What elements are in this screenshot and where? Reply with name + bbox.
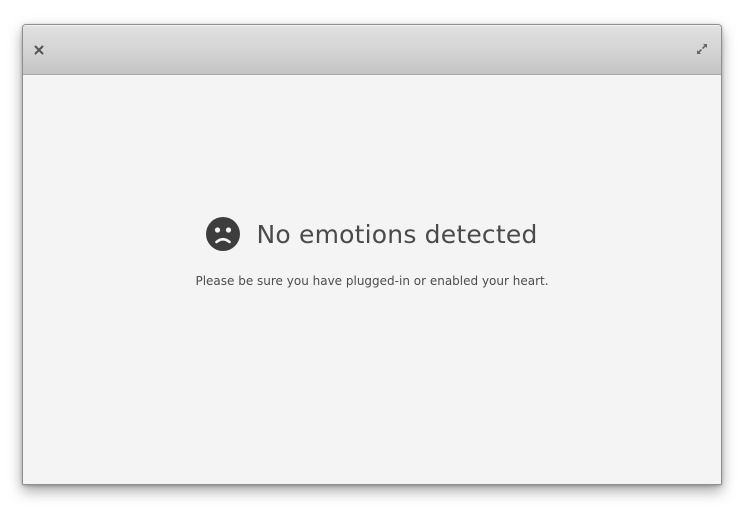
- close-icon: [34, 45, 44, 55]
- close-button[interactable]: [32, 42, 46, 56]
- maximize-icon: [697, 44, 707, 54]
- sad-face-icon: [206, 217, 241, 251]
- maximize-button[interactable]: [695, 41, 709, 55]
- empty-state-subtitle: Please be sure you have plugged-in or en…: [195, 274, 549, 288]
- titlebar: [23, 25, 721, 75]
- empty-state-title: No emotions detected: [256, 219, 538, 249]
- dialog-window: No emotions detected Please be sure you …: [22, 24, 722, 485]
- content-area: No emotions detected Please be sure you …: [23, 75, 721, 484]
- message-row: No emotions detected: [23, 217, 721, 251]
